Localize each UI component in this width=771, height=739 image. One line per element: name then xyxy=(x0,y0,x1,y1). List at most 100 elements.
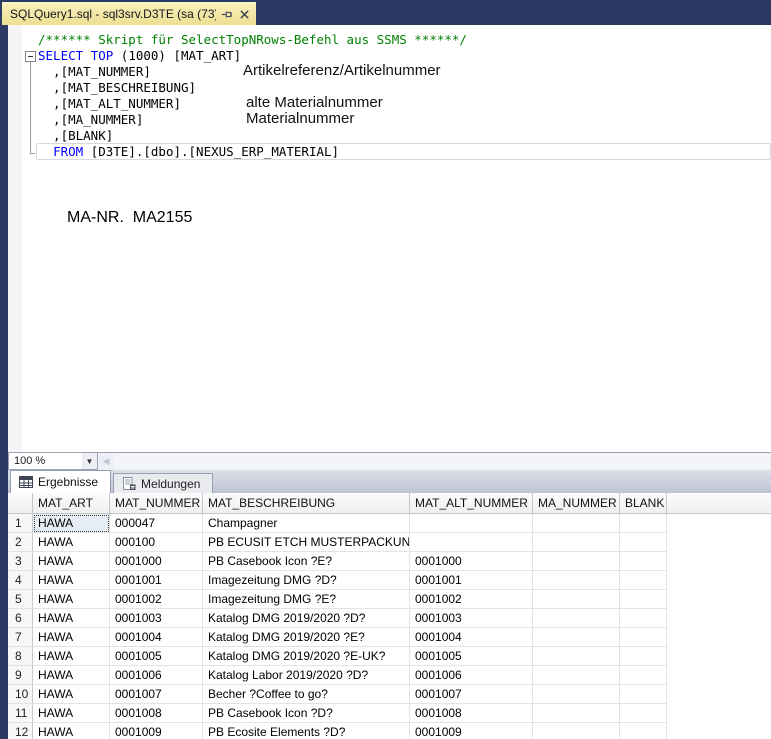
grid-cell[interactable]: HAWA xyxy=(33,590,110,609)
row-number[interactable]: 9 xyxy=(8,666,33,685)
grid-cell[interactable]: 0001000 xyxy=(110,552,203,571)
grid-cell[interactable]: 0001001 xyxy=(110,571,203,590)
row-number[interactable]: 6 xyxy=(8,609,33,628)
grid-cell[interactable]: Katalog DMG 2019/2020 ?D? xyxy=(203,609,410,628)
grid-cell[interactable] xyxy=(533,590,620,609)
code-fold-collapse-icon[interactable] xyxy=(25,51,36,62)
row-number[interactable]: 11 xyxy=(8,704,33,723)
grid-cell[interactable] xyxy=(410,533,533,552)
grid-cell[interactable]: 0001000 xyxy=(410,552,533,571)
column-header-mat_beschreibung[interactable]: MAT_BESCHREIBUNG xyxy=(203,493,410,514)
grid-cell[interactable] xyxy=(620,666,667,685)
grid-cell[interactable]: 0001003 xyxy=(110,609,203,628)
chevron-down-icon[interactable]: ▼ xyxy=(82,453,97,469)
grid-cell[interactable]: 000047 xyxy=(110,514,203,533)
grid-cell[interactable]: HAWA xyxy=(33,647,110,666)
code-line-1[interactable]: /****** Skript für SelectTopNRows-Befehl… xyxy=(38,32,467,48)
column-header-mat_alt_nummer[interactable]: MAT_ALT_NUMMER xyxy=(410,493,533,514)
grid-cell[interactable] xyxy=(620,533,667,552)
grid-cell[interactable] xyxy=(533,723,620,739)
grid-cell[interactable]: HAWA xyxy=(33,514,110,533)
grid-cell[interactable]: Champagner xyxy=(203,514,410,533)
grid-cell[interactable]: Imagezeitung DMG ?D? xyxy=(203,571,410,590)
grid-cell[interactable]: 0001006 xyxy=(110,666,203,685)
row-number[interactable]: 4 xyxy=(8,571,33,590)
grid-cell[interactable] xyxy=(533,647,620,666)
grid-cell[interactable] xyxy=(620,685,667,704)
grid-cell[interactable]: Katalog DMG 2019/2020 ?E-UK? xyxy=(203,647,410,666)
grid-cell[interactable]: 0001004 xyxy=(410,628,533,647)
pin-icon[interactable] xyxy=(221,8,234,21)
column-header-blank[interactable]: BLANK xyxy=(620,493,667,514)
grid-cell[interactable]: 0001006 xyxy=(410,666,533,685)
row-number[interactable]: 8 xyxy=(8,647,33,666)
grid-cell[interactable]: 0001007 xyxy=(110,685,203,704)
grid-cell[interactable]: Imagezeitung DMG ?E? xyxy=(203,590,410,609)
code-line-7[interactable]: ,[BLANK] xyxy=(38,128,467,144)
row-number[interactable]: 12 xyxy=(8,723,33,739)
grid-cell[interactable]: PB Casebook Icon ?E? xyxy=(203,552,410,571)
grid-cell[interactable] xyxy=(533,666,620,685)
grid-corner-cell[interactable] xyxy=(8,493,33,514)
grid-cell[interactable] xyxy=(533,533,620,552)
grid-cell[interactable]: 0001003 xyxy=(410,609,533,628)
row-number[interactable]: 7 xyxy=(8,628,33,647)
row-number[interactable]: 3 xyxy=(8,552,33,571)
grid-cell[interactable] xyxy=(533,571,620,590)
editor-zoom-select[interactable]: 100 % ▼ xyxy=(8,453,98,470)
grid-cell[interactable]: 0001004 xyxy=(110,628,203,647)
grid-cell[interactable]: 0001008 xyxy=(110,704,203,723)
grid-cell[interactable]: 0001008 xyxy=(410,704,533,723)
sql-editor[interactable]: /****** Skript für SelectTopNRows-Befehl… xyxy=(8,25,771,452)
grid-cell[interactable]: PB ECUSIT ETCH MUSTERPACKUNG xyxy=(203,533,410,552)
grid-cell[interactable]: 0001009 xyxy=(110,723,203,739)
tab-ergebnisse[interactable]: Ergebnisse xyxy=(10,470,111,493)
grid-cell[interactable]: 0001005 xyxy=(410,647,533,666)
grid-cell[interactable] xyxy=(620,571,667,590)
grid-cell[interactable]: 0001007 xyxy=(410,685,533,704)
grid-cell[interactable] xyxy=(620,647,667,666)
column-header-ma_nummer[interactable]: MA_NUMMER xyxy=(533,493,620,514)
grid-cell[interactable]: HAWA xyxy=(33,704,110,723)
grid-cell[interactable] xyxy=(620,514,667,533)
column-header-mat_art[interactable]: MAT_ART xyxy=(33,493,110,514)
grid-cell[interactable] xyxy=(533,628,620,647)
grid-cell[interactable]: PB Ecosite Elements ?D? xyxy=(203,723,410,739)
grid-cell[interactable] xyxy=(533,704,620,723)
grid-cell[interactable]: 000100 xyxy=(110,533,203,552)
grid-cell[interactable]: 0001001 xyxy=(410,571,533,590)
row-number[interactable]: 2 xyxy=(8,533,33,552)
grid-cell[interactable] xyxy=(620,628,667,647)
grid-cell[interactable]: HAWA xyxy=(33,571,110,590)
grid-cell[interactable]: HAWA xyxy=(33,723,110,739)
grid-cell[interactable] xyxy=(533,685,620,704)
grid-cell[interactable]: HAWA xyxy=(33,628,110,647)
grid-cell[interactable] xyxy=(620,723,667,739)
grid-cell[interactable]: HAWA xyxy=(33,666,110,685)
grid-cell[interactable]: Becher ?Coffee to go? xyxy=(203,685,410,704)
grid-cell[interactable]: 0001009 xyxy=(410,723,533,739)
grid-cell[interactable]: HAWA xyxy=(33,685,110,704)
row-number[interactable]: 10 xyxy=(8,685,33,704)
code-line-8[interactable]: FROM [D3TE].[dbo].[NEXUS_ERP_MATERIAL] xyxy=(38,144,467,160)
grid-cell[interactable] xyxy=(533,514,620,533)
grid-cell[interactable] xyxy=(620,609,667,628)
grid-cell[interactable]: 0001002 xyxy=(110,590,203,609)
scroll-left-arrow-icon[interactable]: ◀ xyxy=(98,456,114,467)
grid-cell[interactable]: Katalog Labor 2019/2020 ?D? xyxy=(203,666,410,685)
grid-cell[interactable] xyxy=(410,514,533,533)
close-icon[interactable] xyxy=(239,9,250,20)
grid-cell[interactable]: HAWA xyxy=(33,533,110,552)
row-number[interactable]: 5 xyxy=(8,590,33,609)
tab-meldungen[interactable]: Meldungen xyxy=(113,473,213,493)
grid-cell[interactable]: 0001002 xyxy=(410,590,533,609)
column-header-mat_nummer[interactable]: MAT_NUMMER xyxy=(110,493,203,514)
row-number[interactable]: 1 xyxy=(8,514,33,533)
grid-cell[interactable]: Katalog DMG 2019/2020 ?E? xyxy=(203,628,410,647)
document-tab[interactable]: SQLQuery1.sql - sql3srv.D3TE (sa (73)) xyxy=(2,2,256,25)
horizontal-scrollbar[interactable] xyxy=(114,454,770,469)
grid-cell[interactable] xyxy=(533,552,620,571)
grid-cell[interactable] xyxy=(533,609,620,628)
grid-cell[interactable] xyxy=(620,590,667,609)
grid-cell[interactable]: 0001005 xyxy=(110,647,203,666)
